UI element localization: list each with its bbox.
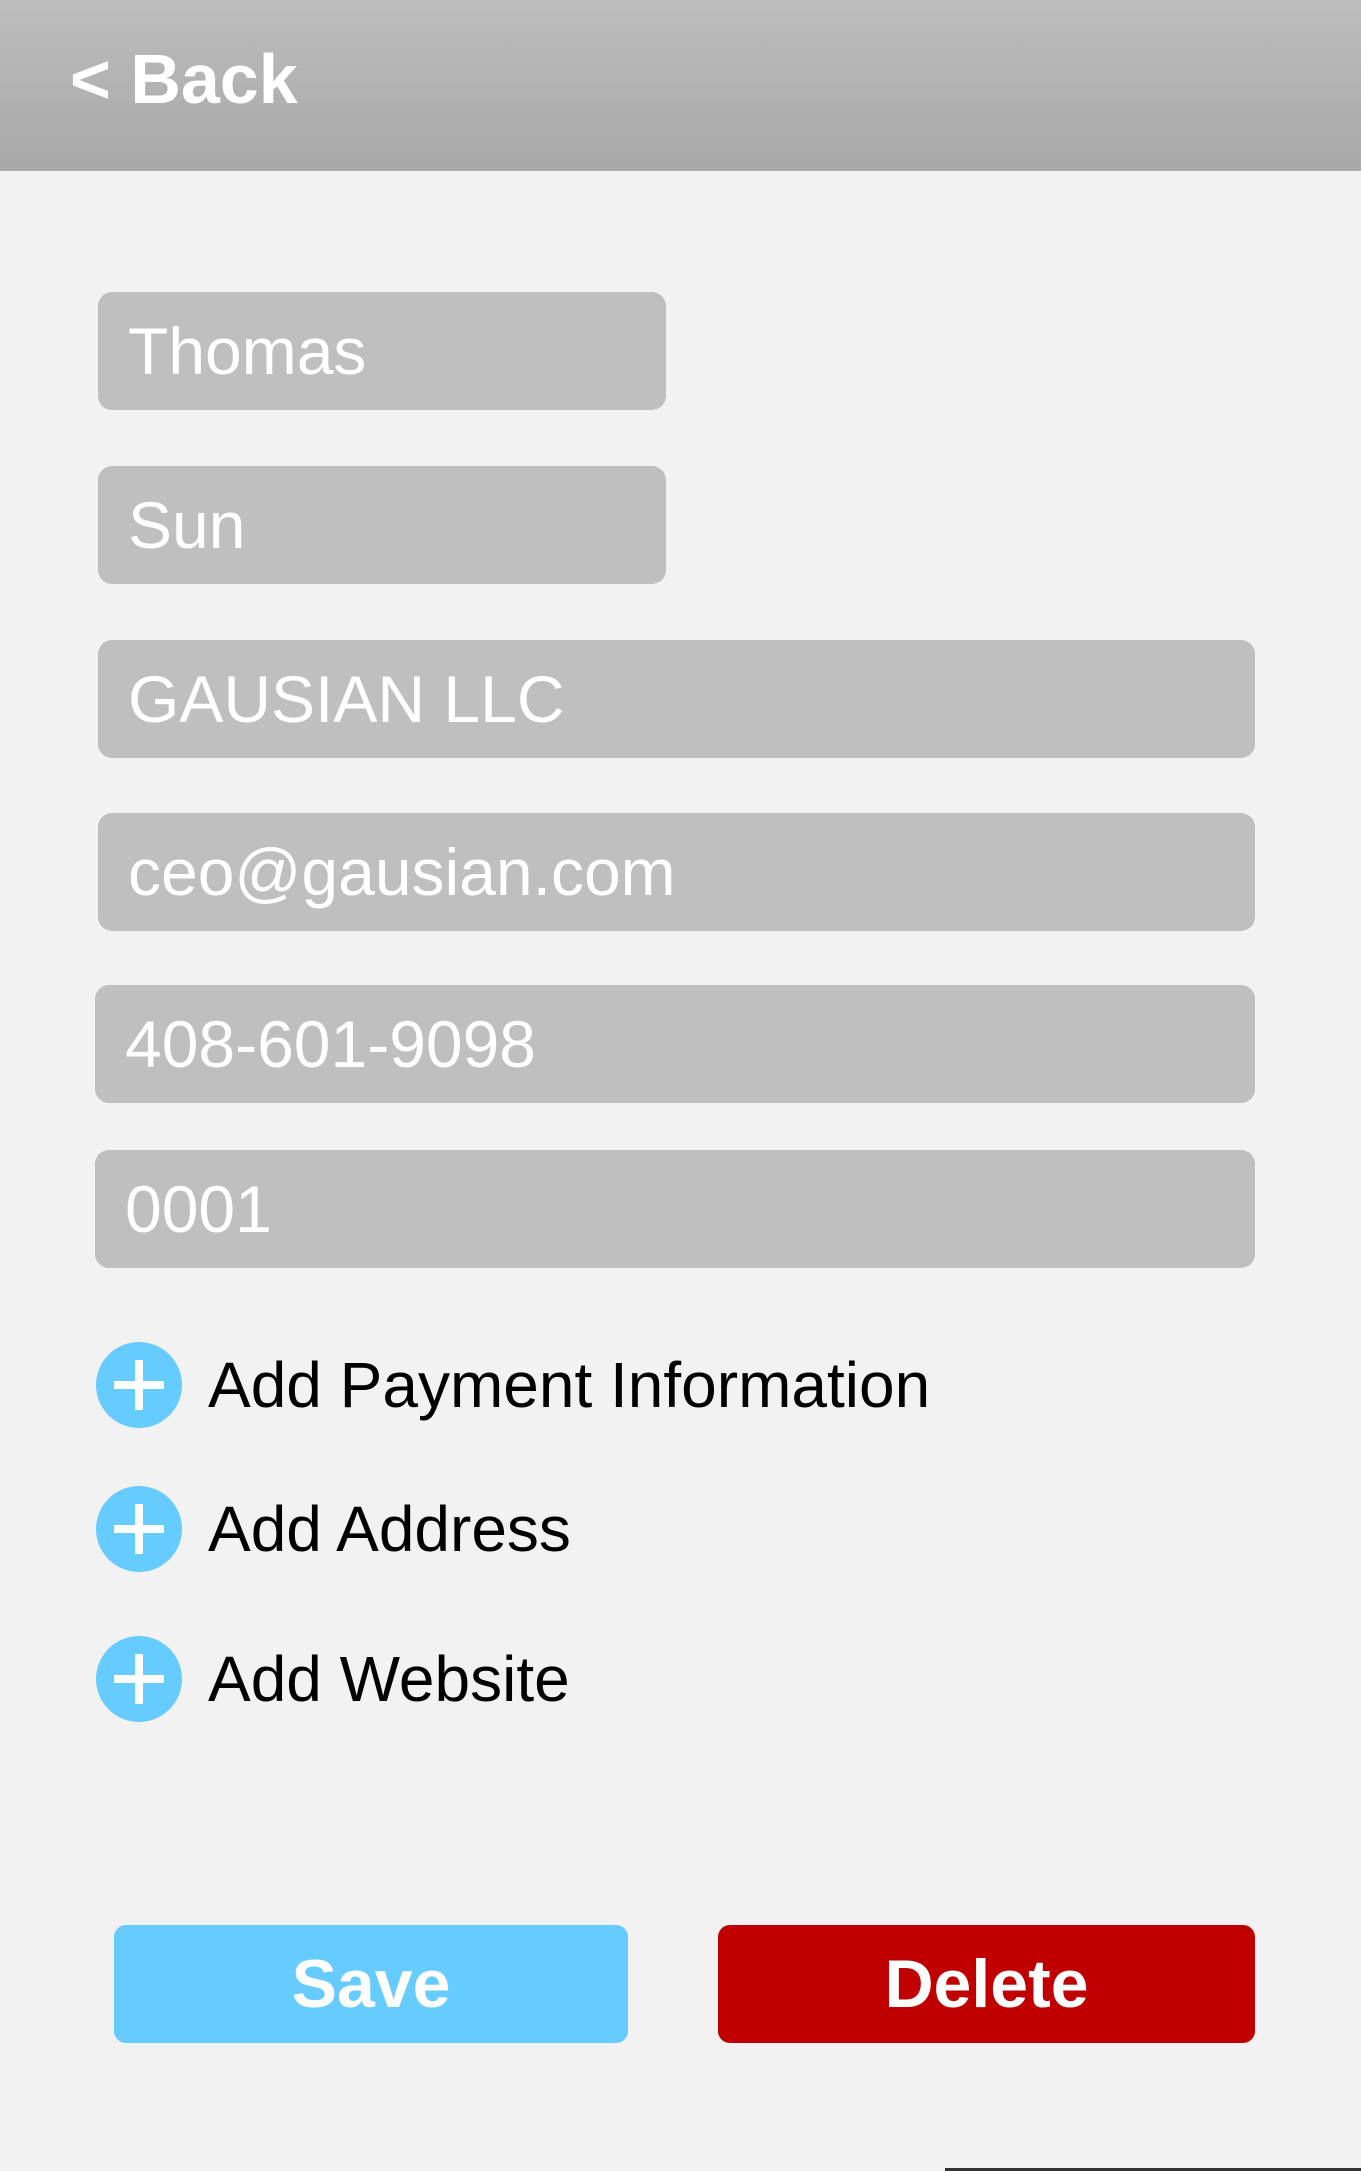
plus-circle-icon bbox=[96, 1342, 182, 1428]
last-name-field[interactable] bbox=[98, 466, 666, 584]
add-address-button[interactable]: Add Address bbox=[96, 1484, 571, 1574]
email-field[interactable] bbox=[98, 813, 1255, 931]
plus-circle-icon bbox=[96, 1636, 182, 1722]
extension-field[interactable] bbox=[95, 1150, 1255, 1268]
add-payment-label: Add Payment Information bbox=[208, 1349, 931, 1421]
add-website-label: Add Website bbox=[208, 1643, 570, 1715]
add-website-button[interactable]: Add Website bbox=[96, 1634, 570, 1724]
plus-circle-icon bbox=[96, 1486, 182, 1572]
delete-button[interactable]: Delete bbox=[718, 1925, 1255, 2043]
save-button[interactable]: Save bbox=[114, 1925, 628, 2043]
add-payment-information-button[interactable]: Add Payment Information bbox=[96, 1340, 930, 1430]
add-address-label: Add Address bbox=[208, 1493, 571, 1565]
company-field[interactable] bbox=[98, 640, 1255, 758]
back-button[interactable]: < Back bbox=[70, 38, 298, 120]
phone-field[interactable] bbox=[95, 985, 1255, 1103]
first-name-field[interactable] bbox=[98, 292, 666, 410]
header-bar: < Back bbox=[0, 0, 1361, 171]
